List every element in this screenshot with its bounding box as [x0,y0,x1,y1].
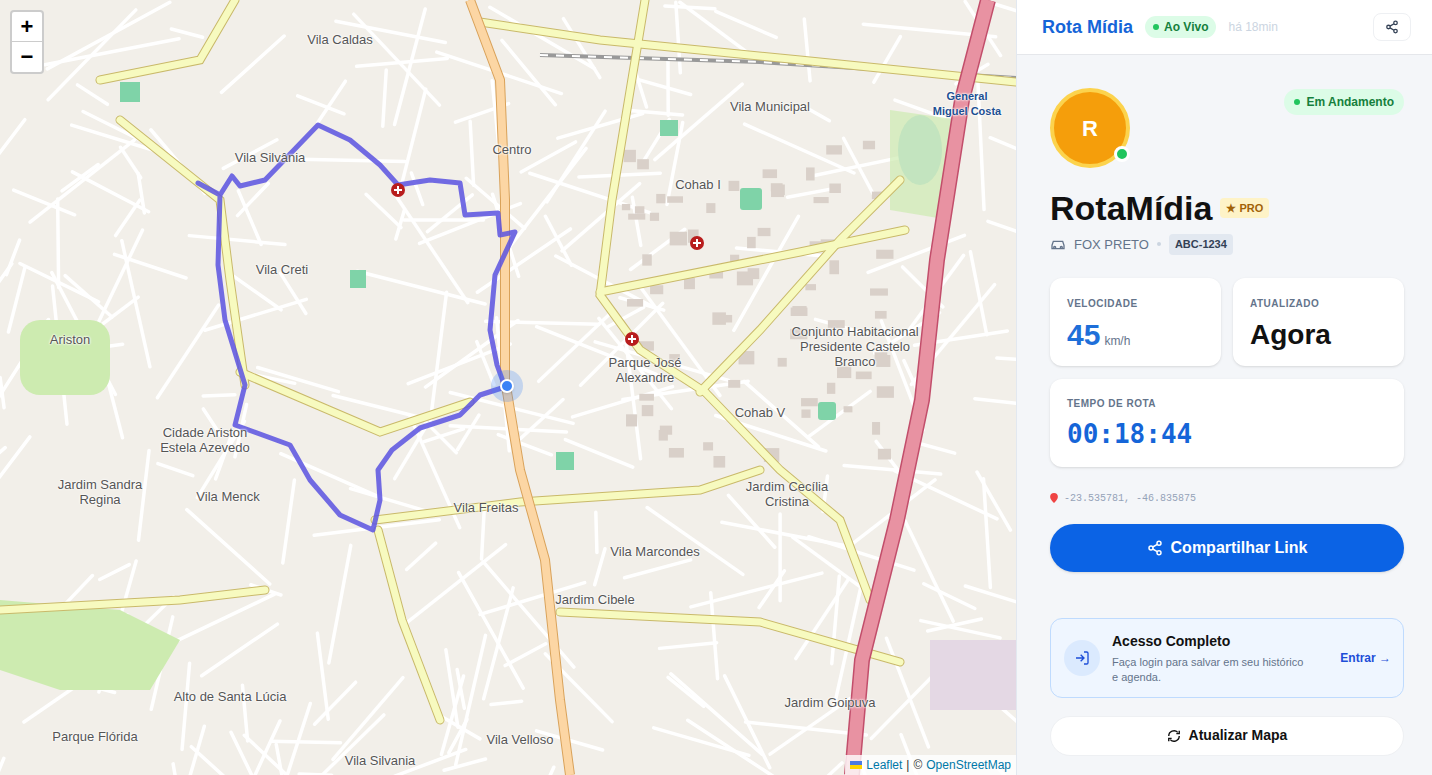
route-time-card: TEMPO DE ROTA 00:18:44 [1050,379,1404,467]
map-label: Parque José Alexandre [590,355,700,385]
sidebar: Rota Mídia Ao Vivo há 18min R Em Andamen… [1016,0,1432,775]
map-label: Cohab I [663,177,733,192]
map-label: Vila Silvania [330,753,430,768]
vehicle-row: FOX PRETO ABC-1234 [1050,234,1404,255]
map-label: Vila Freitas [436,500,536,515]
access-card: Acesso Completo Faça login para salvar e… [1050,618,1404,698]
stat-value: 45 [1067,317,1100,353]
separator-dot-icon [1157,242,1161,246]
coords-row: -23.535781, -46.835875 [1050,491,1404,506]
refresh-map-text: Atualizar Mapa [1189,725,1288,746]
status-text: Em Andamento [1306,93,1394,111]
live-badge: Ao Vivo [1145,16,1216,38]
map-label: Ariston [30,332,110,347]
driver-row: R Em Andamento [1050,88,1404,168]
stat-value: Agora [1250,319,1331,350]
avatar-initial: R [1082,112,1098,145]
map-label: Alto de Santa Lúcia [160,689,300,704]
share-icon [1385,20,1399,34]
name-row: RotaMídia ★ PRO [1050,188,1404,228]
vehicle-name: FOX PRETO [1074,235,1149,255]
map-label: Cidade Ariston Estela Azevedo [150,425,260,455]
pro-badge: ★ PRO [1220,198,1269,219]
share-link-text: Compartilhar Link [1171,536,1308,560]
map-label: Vila Velloso [470,732,570,747]
pin-icon [1050,493,1058,503]
live-text: Ao Vivo [1164,18,1208,36]
map-label: Centro [477,142,547,157]
attribution: Leaflet | © OpenStreetMap [845,755,1016,775]
vehicle-dot-icon [500,379,514,393]
share-link-button[interactable]: Compartilhar Link [1050,524,1404,572]
osm-link[interactable]: OpenStreetMap [926,756,1011,774]
stat-unit: km/h [1104,332,1130,350]
route-time-value: 00:18:44 [1067,417,1387,451]
login-link[interactable]: Entrar → [1340,649,1391,667]
online-dot-icon [1114,146,1130,162]
zoom-out-button[interactable]: − [12,42,42,72]
hospital-icon [391,183,405,197]
map-label: Vila Creti [237,262,327,277]
map-label: Parque Flórida [40,729,150,744]
login-icon [1064,640,1100,676]
share-icon [1147,540,1163,556]
hospital-icon [625,332,639,346]
sidebar-body: R Em Andamento RotaMídia ★ PRO FOX PRETO… [1017,55,1432,756]
share-icon-button[interactable] [1373,13,1411,41]
stat-label: VELOCIDADE [1067,296,1204,311]
avatar: R [1050,88,1130,168]
zoom-in-button[interactable]: + [12,12,42,42]
route-line [198,125,515,530]
map-label: Vila Menck [178,489,278,504]
map-label: Jardim Goipuva [770,695,890,710]
copyright: © [913,756,922,774]
map-label: Vila Marcondes [600,544,710,559]
status-dot-icon [1294,99,1300,105]
live-dot-icon [1153,24,1159,30]
map-label: Vila Caldas [285,32,395,47]
refresh-icon [1167,729,1181,743]
access-description: Faça login para salvar em seu histórico … [1112,655,1312,685]
map-label: Vila Municipal [710,99,830,114]
map-label: Vila Silvânia [215,150,325,165]
updated-ago: há 18min [1228,18,1277,36]
vehicle-marker[interactable] [491,370,523,402]
refresh-map-button[interactable]: Atualizar Mapa [1050,716,1404,756]
map-label: Conjunto Habitacional Presidente Castelo… [785,324,925,369]
driver-name: RotaMídia [1050,188,1212,228]
leaflet-link[interactable]: Leaflet [866,756,902,774]
stats: VELOCIDADE 45 km/h ATUALIZADO Agora [1050,278,1404,366]
stat-value-row: Agora [1250,317,1387,353]
car-icon [1050,237,1066,251]
map[interactable]: Vila Caldas Vila Silvânia Centro Vila Munic… [0,0,1016,775]
access-title: Acesso Completo [1112,631,1328,652]
access-text: Acesso Completo Faça login para salvar e… [1112,631,1328,685]
hospital-icon [690,236,704,250]
stat-card: ATUALIZADO Agora [1233,278,1404,366]
plate-badge: ABC-1234 [1169,234,1233,255]
status-badge: Em Andamento [1284,89,1404,115]
attribution-separator: | [906,756,909,774]
header: Rota Mídia Ao Vivo há 18min [1017,0,1432,55]
ukraine-flag-icon [850,761,862,769]
map-label: Jardim Cibele [540,592,650,607]
coordinates: -23.535781, -46.835875 [1064,491,1196,506]
zoom-control: + − [10,10,44,74]
stat-label: ATUALIZADO [1250,296,1387,311]
map-label: General Miguel Costa [932,89,1002,119]
map-label: Cohab V [725,405,795,420]
map-label: Jardim Sandra Regina [40,477,160,507]
stat-value-row: 45 km/h [1067,317,1204,353]
brand: Rota Mídia [1042,14,1133,41]
stat-card: VELOCIDADE 45 km/h [1050,278,1221,366]
map-label: Jardim Cecília Cristina [732,479,842,509]
route-time-label: TEMPO DE ROTA [1067,396,1387,411]
